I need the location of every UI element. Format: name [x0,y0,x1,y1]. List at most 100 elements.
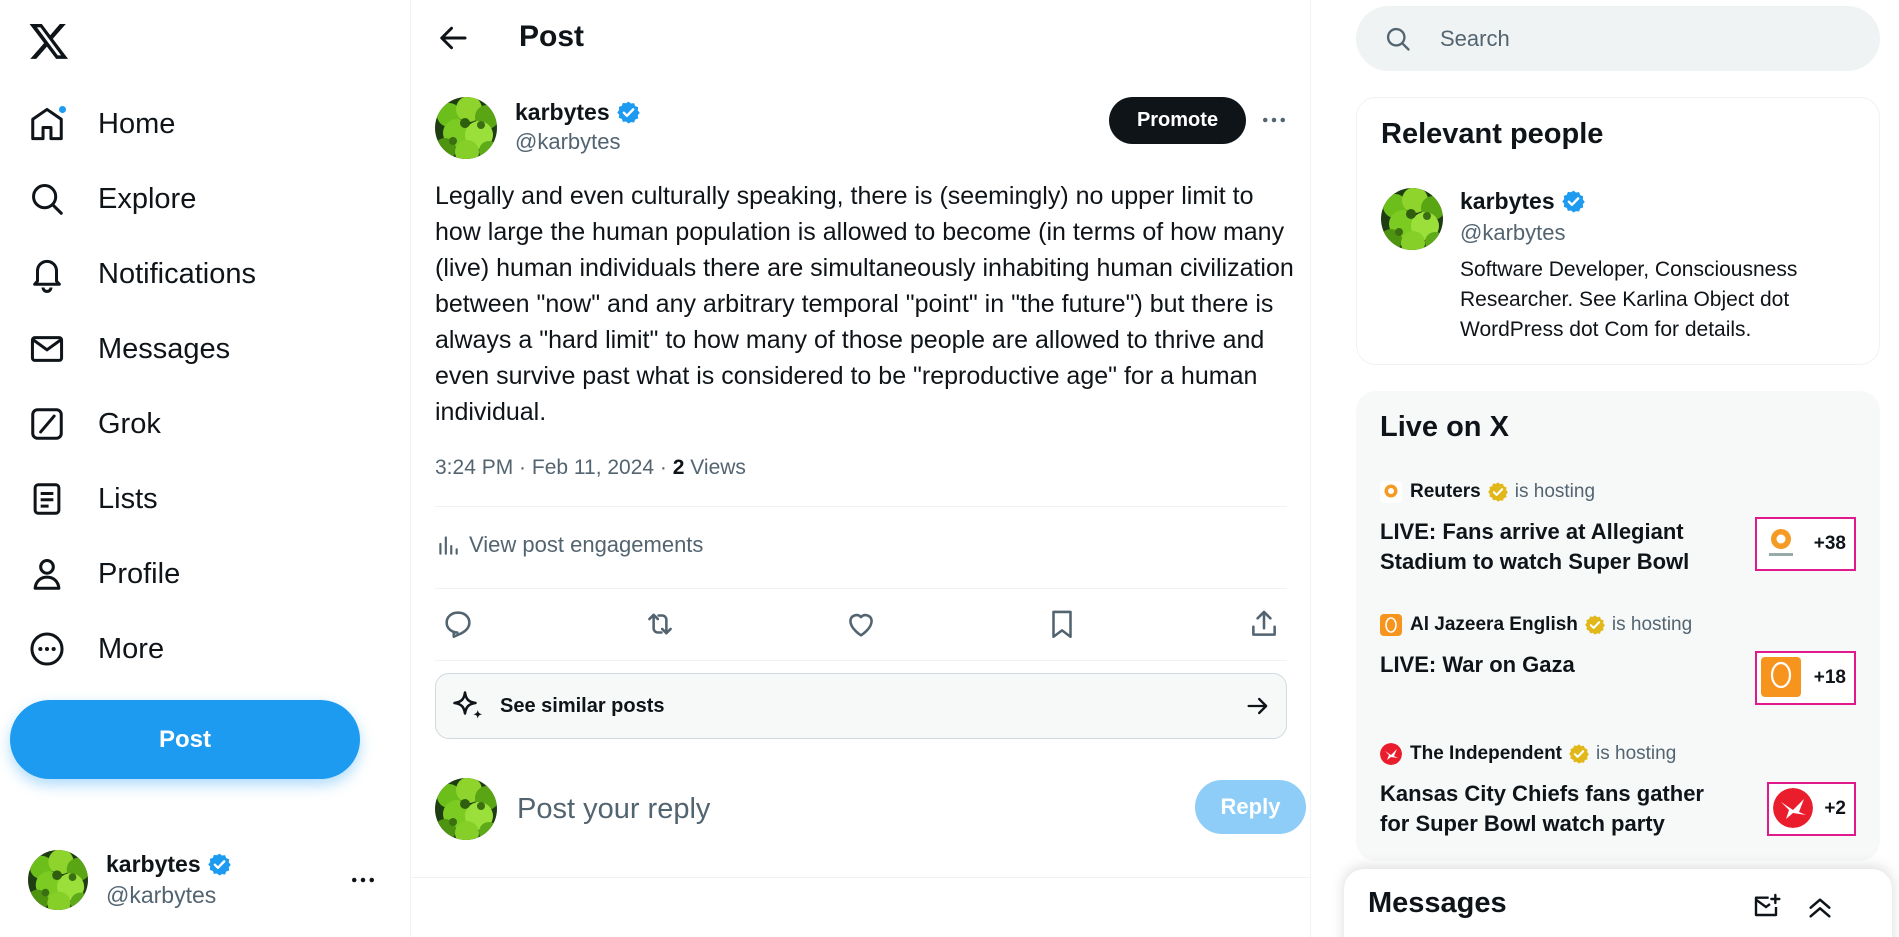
nav-label: Profile [98,557,181,590]
author-avatar[interactable] [435,97,497,159]
post-action-bar [435,597,1287,649]
views-label: Views [684,456,746,479]
search-input[interactable] [1440,25,1860,52]
share-action[interactable] [1247,607,1281,641]
host-name: Reuters [1410,481,1481,502]
heart-icon [849,613,873,637]
bookmark-icon [1052,610,1072,639]
participant-count: +38 [1813,533,1846,554]
nav-item-home[interactable]: Home [28,96,175,152]
author-name[interactable]: karbytes [515,99,610,126]
like-action[interactable] [844,607,878,641]
live-stream-title: Kansas City Chiefs fans gather for Super… [1380,781,1704,836]
live-participants-badge[interactable]: +2 [1767,782,1856,836]
left-navigation: Home Explore Notifications Messages Grok… [0,0,411,937]
views-count: 2 [672,456,685,479]
share-icon [1252,610,1276,636]
bookmark-action[interactable] [1045,607,1079,641]
divider [435,506,1287,507]
reply-button[interactable]: Reply [1195,780,1306,834]
hosting-text: is hosting [1611,614,1693,635]
x-logo-icon[interactable] [28,20,70,62]
page-title: Post [519,20,585,53]
promote-button[interactable]: Promote [1109,97,1246,144]
live-on-x-card: Live on X Reuters is hosting LIVE: Fans … [1356,391,1880,861]
live-stream-title: LIVE: Fans arrive at Allegiant Stadium t… [1380,519,1690,574]
nav-label: Home [98,107,176,140]
nav-label: Grok [98,407,161,440]
arrow-right-icon [1247,697,1268,715]
grok-icon [28,405,66,443]
nav-item-messages[interactable]: Messages [28,321,230,377]
reply-icon [445,611,471,639]
account-switcher[interactable]: karbytes @karbytes [28,845,388,915]
reuters-logo-icon [1380,481,1402,503]
gold-verified-badge-icon [1568,743,1590,765]
account-handle: @karbytes [106,882,217,908]
nav-label: Lists [98,482,158,515]
nav-label: Explore [98,182,197,215]
post-button[interactable]: Post [10,700,360,779]
home-icon [28,104,68,143]
relevant-people-card: Relevant people karbytes @karbytes Softw… [1356,97,1880,365]
more-circle-icon [28,630,66,668]
live-title: Live on X [1380,411,1509,443]
reply-action[interactable] [441,607,475,641]
person-name[interactable]: karbytes [1460,188,1555,215]
see-similar-posts-button[interactable]: See similar posts [435,673,1287,739]
repost-action[interactable] [643,607,677,641]
person-bio: Software Developer, Consciousness Resear… [1460,258,1798,341]
al-jazeera-logo-icon [1761,657,1801,697]
verified-badge-icon [207,852,232,877]
participant-count: +18 [1813,667,1846,688]
account-name: karbytes [106,851,201,877]
nav-label: More [98,632,165,665]
post-timestamp[interactable]: 3:24 PM · Feb 11, 2024 · [435,456,673,479]
live-participants-badge[interactable]: +18 [1755,651,1856,705]
hosting-text: is hosting [1514,481,1596,502]
relevant-people-title: Relevant people [1381,118,1604,150]
view-engagements-link[interactable]: View post engagements [435,532,703,558]
gold-verified-badge-icon [1487,481,1509,503]
similar-posts-label: See similar posts [500,694,665,717]
host-name: Al Jazeera English [1410,614,1578,635]
search-icon [28,180,66,218]
more-horizontal-icon[interactable] [1259,105,1289,135]
avatar[interactable] [1381,188,1443,250]
envelope-icon [28,330,66,368]
expand-chevron-icon[interactable] [1804,891,1836,923]
reply-composer: Reply [435,778,1306,840]
reply-input[interactable] [505,784,1145,834]
live-participants-badge[interactable]: +38 [1755,517,1856,571]
host-name: The Independent [1410,743,1562,764]
list-icon [28,480,66,518]
repost-icon [648,613,672,635]
post-header: karbytes @karbytes Promote [435,95,1287,161]
post-detail-column: Post karbytes @karbytes Promote Legally … [411,0,1311,937]
post-text: Legally and even culturally speaking, th… [435,182,1294,426]
messages-drawer[interactable]: Messages [1344,869,1892,937]
avatar [28,850,88,910]
nav-label: Messages [98,332,231,365]
nav-item-notifications[interactable]: Notifications [28,246,256,302]
nav-item-explore[interactable]: Explore [28,171,196,227]
participant-count: +2 [1824,798,1846,819]
nav-item-grok[interactable]: Grok [28,396,161,452]
independent-logo-icon [1380,743,1402,765]
live-stream-title: LIVE: War on Gaza [1380,652,1575,677]
verified-badge-icon [1561,189,1586,214]
person-handle[interactable]: @karbytes [1460,220,1565,246]
nav-item-profile[interactable]: Profile [28,546,180,602]
back-arrow-icon[interactable] [435,20,471,56]
search-box[interactable] [1356,6,1880,71]
more-horizontal-icon[interactable] [348,865,378,895]
nav-item-lists[interactable]: Lists [28,471,158,527]
analytics-icon [439,536,458,555]
gold-verified-badge-icon [1584,614,1606,636]
nav-item-more[interactable]: More [28,621,164,677]
new-message-icon[interactable] [1750,891,1782,923]
divider [435,660,1287,661]
independent-logo-icon [1773,788,1813,828]
notification-dot [57,104,68,115]
author-handle[interactable]: @karbytes [515,129,620,155]
